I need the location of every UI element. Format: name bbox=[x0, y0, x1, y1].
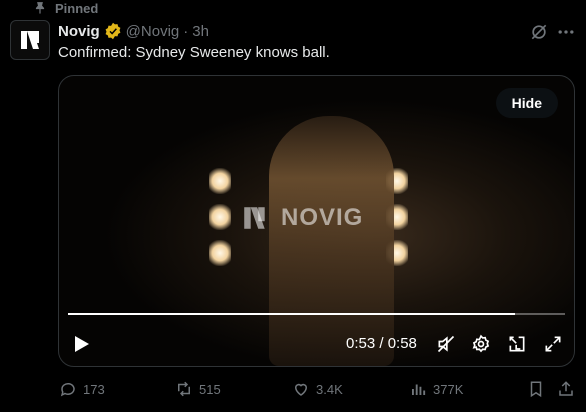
verified-icon[interactable] bbox=[104, 22, 122, 40]
post-text: Confirmed: Sydney Sweeney knows ball. bbox=[58, 44, 330, 61]
grok-icon[interactable] bbox=[529, 22, 549, 42]
video-timecode: 0:53 / 0:58 bbox=[346, 335, 417, 352]
stage-light bbox=[209, 204, 231, 230]
like-count: 3.4K bbox=[316, 381, 343, 397]
novig-logo-icon bbox=[21, 31, 39, 49]
view-count: 377K bbox=[433, 381, 464, 397]
views-icon bbox=[412, 384, 426, 395]
watermark-text: NOVIG bbox=[281, 204, 364, 231]
like-button[interactable]: 3.4K bbox=[292, 378, 343, 400]
repost-count: 515 bbox=[199, 381, 221, 397]
reply-button[interactable]: 173 bbox=[59, 378, 105, 400]
bookmark-icon bbox=[530, 381, 542, 398]
settings-icon[interactable] bbox=[471, 334, 491, 354]
post-actions: 173 515 3.4K 377K bbox=[0, 378, 586, 402]
bookmark-button[interactable] bbox=[527, 378, 545, 400]
video-watermark: NOVIG bbox=[241, 203, 363, 233]
repost-button[interactable]: 515 bbox=[175, 378, 221, 400]
pinned-label: Pinned bbox=[55, 0, 99, 16]
video-player[interactable]: NOVIG Hide 0:53 / 0:58 bbox=[58, 75, 575, 367]
hide-button[interactable]: Hide bbox=[495, 88, 558, 118]
play-icon[interactable] bbox=[73, 334, 91, 354]
handle[interactable]: @Novig bbox=[126, 23, 180, 40]
video-controls: 0:53 / 0:58 bbox=[59, 329, 574, 359]
timestamp[interactable]: 3h bbox=[192, 23, 209, 40]
reply-icon bbox=[60, 382, 75, 397]
views-button[interactable]: 377K bbox=[409, 378, 463, 400]
share-button[interactable] bbox=[557, 378, 575, 400]
pin-icon bbox=[35, 2, 45, 14]
fullscreen-icon[interactable] bbox=[543, 334, 563, 354]
video-progress-fill bbox=[68, 313, 516, 315]
separator: · bbox=[183, 22, 189, 40]
pip-icon[interactable] bbox=[507, 334, 527, 354]
stage-light bbox=[209, 240, 231, 266]
stage-light bbox=[209, 168, 231, 194]
share-icon bbox=[559, 381, 573, 396]
mute-icon[interactable] bbox=[436, 334, 456, 354]
post-header: Novig @Novig · 3h bbox=[58, 22, 526, 40]
avatar[interactable] bbox=[10, 20, 50, 60]
pinned-indicator: Pinned bbox=[33, 0, 98, 16]
video-progress-bar[interactable] bbox=[68, 313, 565, 315]
like-icon bbox=[294, 383, 308, 396]
repost-icon bbox=[178, 381, 190, 397]
novig-logo-icon bbox=[244, 207, 265, 229]
display-name[interactable]: Novig bbox=[58, 23, 100, 40]
more-icon[interactable] bbox=[556, 22, 576, 42]
reply-count: 173 bbox=[83, 381, 105, 397]
